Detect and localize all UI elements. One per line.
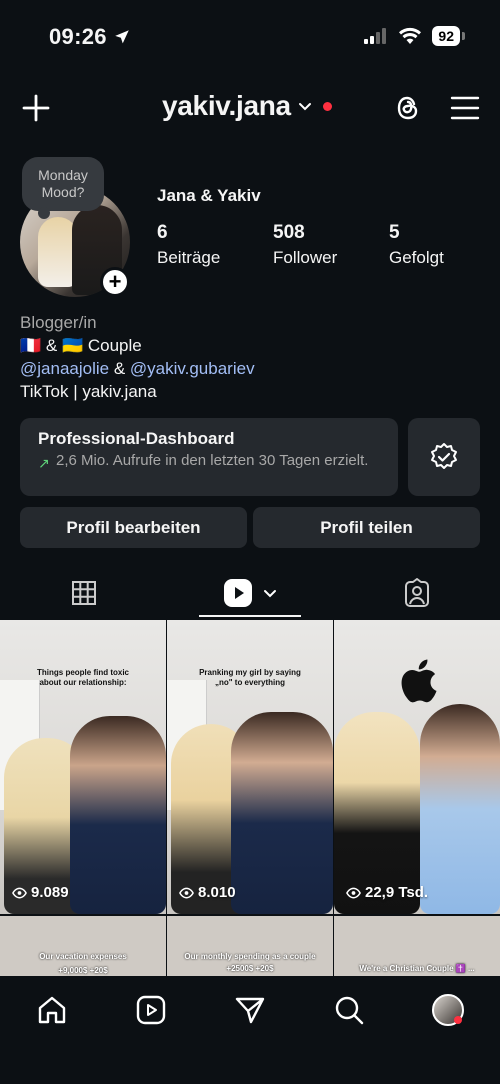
reel-caption-sub: +9,000$ +20$ xyxy=(58,966,108,975)
dashboard-title: Professional-Dashboard xyxy=(38,429,235,448)
hamburger-menu-icon xyxy=(450,96,480,120)
threads-icon xyxy=(397,96,418,120)
bio: Blogger/in 🇫🇷 & 🇺🇦 Couple @janaajolie & … xyxy=(20,311,255,403)
eye-icon xyxy=(12,887,27,898)
reel-caption: Our monthly spending as a couple xyxy=(184,952,316,961)
reels-icon xyxy=(136,995,166,1025)
mention-link[interactable]: @janaajolie xyxy=(20,359,109,378)
tab-tagged[interactable] xyxy=(333,566,500,620)
bio-mentions: @janaajolie & @yakiv.gubariev xyxy=(20,357,255,380)
reels-grid: Things people find toxic about our relat… xyxy=(0,620,500,976)
nav-profile[interactable] xyxy=(430,992,466,1028)
active-tab-indicator xyxy=(199,615,301,617)
stat-label: Follower xyxy=(273,248,338,267)
dashboard-subtitle-text: 2,6 Mio. Aufrufe in den letzten 30 Tagen… xyxy=(56,452,369,469)
tagged-person-icon xyxy=(404,578,429,607)
view-count: 8.010 xyxy=(179,884,236,901)
thumbnail-person xyxy=(70,716,166,914)
search-icon xyxy=(335,996,364,1025)
apple-logo-icon xyxy=(401,659,437,703)
professional-dashboard[interactable]: Professional-Dashboard ↗ 2,6 Mio. Aufruf… xyxy=(20,418,398,496)
create-button[interactable] xyxy=(20,92,52,124)
reel-caption: We're a Christian Couple ✝️ ... xyxy=(359,964,475,973)
stat-followers[interactable]: 508 Follower xyxy=(273,222,337,268)
profile-tabs xyxy=(0,566,500,620)
username: yakiv.jana xyxy=(162,90,291,121)
nav-home[interactable] xyxy=(34,992,70,1028)
bio-category: Blogger/in xyxy=(20,313,97,332)
reel-thumbnail[interactable]: Things people find toxic about our relat… xyxy=(0,620,166,914)
dashboard-subtitle: ↗ 2,6 Mio. Aufrufe in den letzten 30 Tag… xyxy=(38,452,380,471)
tab-reels[interactable] xyxy=(199,566,301,620)
verified-badge-icon xyxy=(431,443,457,469)
nav-reels[interactable] xyxy=(133,992,169,1028)
stat-value: 6 xyxy=(157,222,168,243)
thumbnail-person xyxy=(420,704,500,914)
stat-value: 5 xyxy=(389,222,400,243)
view-count: 9.089 xyxy=(12,884,69,901)
chevron-down-icon xyxy=(298,103,311,111)
stat-following[interactable]: 5 Gefolgt xyxy=(389,222,444,268)
reel-caption: Our vacation expenses xyxy=(39,952,127,961)
grid-icon xyxy=(71,581,96,605)
tab-posts[interactable] xyxy=(0,566,167,620)
add-story-button[interactable]: + xyxy=(100,267,130,297)
stat-posts[interactable]: 6 Beiträge xyxy=(157,222,220,268)
bio-text: Couple xyxy=(87,336,142,355)
bottom-navigation xyxy=(0,978,500,1084)
reel-thumbnail[interactable]: 22,9 Tsd. xyxy=(334,620,500,914)
status-icons: 92 xyxy=(364,26,465,46)
thumbnail-person xyxy=(231,712,333,914)
reel-caption: Pranking my girl by saying „no" to every… xyxy=(199,668,301,687)
view-count-text: 8.010 xyxy=(198,884,236,901)
status-bar: 09:26 92 xyxy=(0,0,500,72)
nav-search[interactable] xyxy=(331,992,367,1028)
chevron-down-icon xyxy=(264,590,276,598)
notification-dot xyxy=(454,1016,462,1024)
menu-button[interactable] xyxy=(450,94,480,122)
mention-link[interactable]: @yakiv.gubariev xyxy=(130,359,255,378)
eye-icon xyxy=(179,887,194,898)
plus-icon xyxy=(22,94,50,122)
battery-indicator: 92 xyxy=(432,26,465,46)
reel-thumbnail[interactable]: Pranking my girl by saying „no" to every… xyxy=(167,620,333,914)
stat-label: Beiträge xyxy=(157,248,221,267)
note-bubble[interactable]: Monday Mood? xyxy=(22,157,104,219)
view-count: 22,9 Tsd. xyxy=(346,884,428,901)
reel-caption: Things people find toxic about our relat… xyxy=(37,668,129,687)
display-name: Jana & Yakiv xyxy=(157,186,261,205)
reels-icon xyxy=(224,579,252,607)
stat-label: Gefolgt xyxy=(389,248,444,267)
account-switcher[interactable]: yakiv.jana xyxy=(162,90,332,122)
home-icon xyxy=(38,996,66,1024)
reel-thumbnail[interactable]: Our vacation expenses +9,000$ +20$ xyxy=(0,916,166,976)
meta-verified-button[interactable] xyxy=(408,418,480,496)
view-count-text: 9.089 xyxy=(31,884,69,901)
notification-dot xyxy=(322,101,332,111)
time-text: 09:26 xyxy=(49,24,107,49)
profile-header: yakiv.jana xyxy=(0,84,500,132)
wifi-icon xyxy=(399,27,422,44)
bio-tiktok: TikTok | yakiv.jana xyxy=(20,382,157,401)
share-profile-button[interactable]: Profil teilen xyxy=(253,507,480,548)
bio-line: 🇫🇷 & 🇺🇦 Couple xyxy=(20,334,255,357)
nav-direct[interactable] xyxy=(232,992,268,1028)
reel-thumbnail[interactable]: Our monthly spending as a couple +2500$ … xyxy=(167,916,333,976)
threads-button[interactable] xyxy=(392,92,424,124)
view-count-text: 22,9 Tsd. xyxy=(365,884,429,901)
status-time: 09:26 xyxy=(49,24,131,50)
edit-profile-button[interactable]: Profil bearbeiten xyxy=(20,507,247,548)
stat-value: 508 xyxy=(273,222,305,243)
cellular-signal-icon xyxy=(364,28,387,44)
bio-flags: 🇫🇷 & 🇺🇦 xyxy=(20,336,84,355)
bio-amp: & xyxy=(113,359,126,378)
reel-caption-sub: +2500$ +20$ xyxy=(226,964,274,973)
send-icon xyxy=(235,997,265,1024)
trend-up-icon: ↗ xyxy=(38,455,50,471)
eye-icon xyxy=(346,887,361,898)
reel-thumbnail[interactable]: We're a Christian Couple ✝️ ... xyxy=(334,916,500,976)
location-arrow-icon xyxy=(115,30,129,44)
